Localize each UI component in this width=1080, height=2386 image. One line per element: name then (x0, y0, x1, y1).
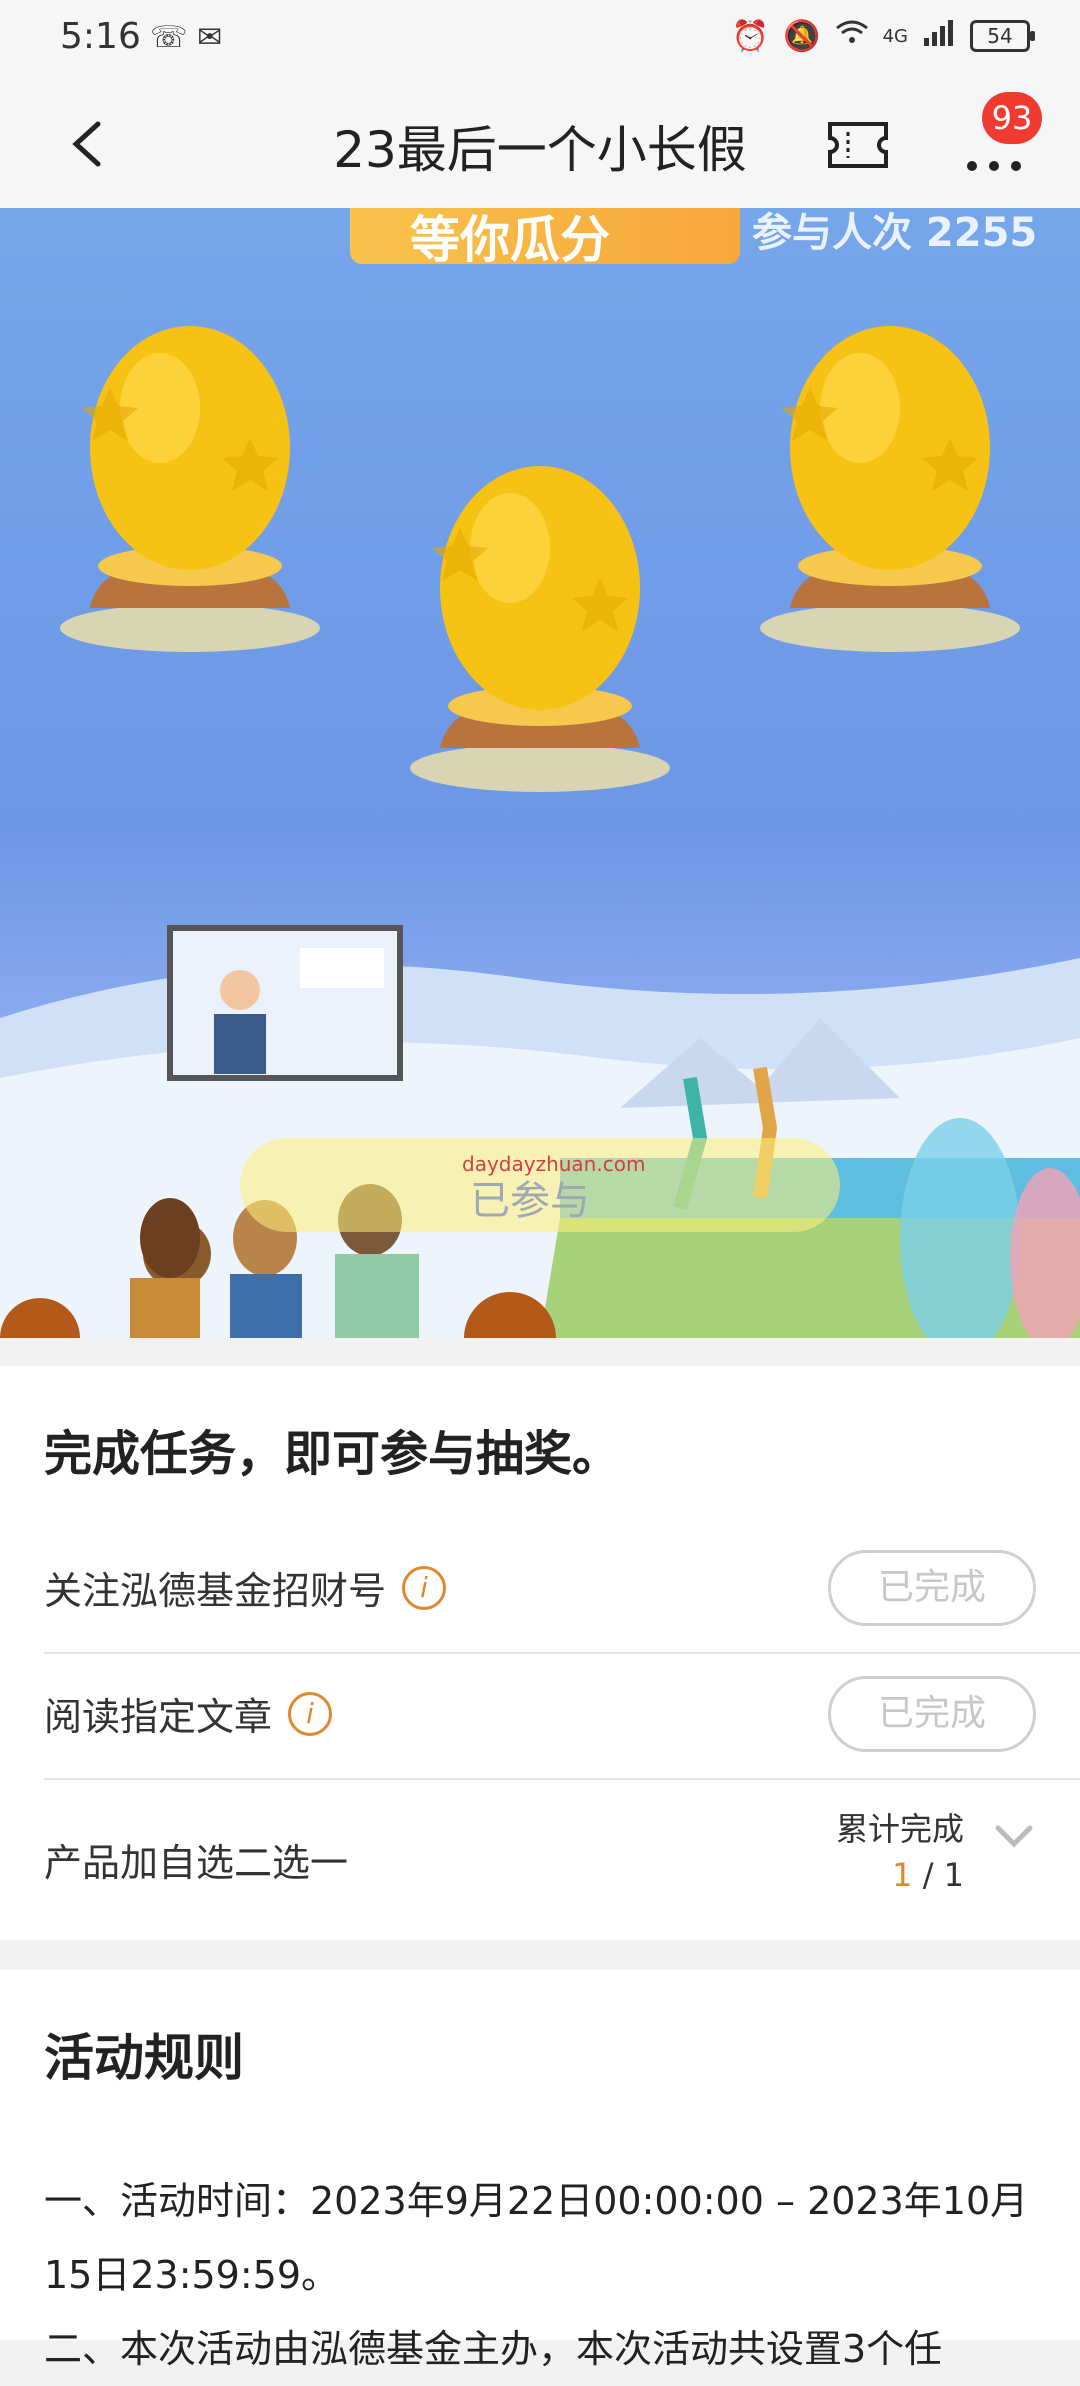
mute-icon: 🔕 (783, 18, 821, 54)
participant-count: 参与人次 2255 (752, 210, 1038, 256)
task-card-title: 完成任务，即可参与抽奖。 (44, 1426, 621, 1482)
notification-icons: ☏ ✉ (150, 20, 222, 55)
task-card: 完成任务，即可参与抽奖。 关注泓德基金招财号 i 已完成 阅读指定文章 i 已完… (0, 1366, 1080, 1940)
wifi-icon (835, 18, 869, 54)
accumulated-done: 1 (892, 1856, 913, 1894)
golden-egg-center[interactable] (390, 448, 690, 808)
task-label: 关注泓德基金招财号 (44, 1569, 387, 1613)
activity-banner: 等你瓜分 参与人次 2255 已参与 daydayzhuan.com (0, 208, 1080, 1338)
accumulated-label: 累计完成 (835, 1810, 964, 1848)
rules-line-1: 一、活动时间：2023年9月22日00:00:00 – 2023年10月15日2… (44, 2179, 1029, 2297)
missed-call-icon: ☏ (150, 20, 188, 55)
banner-strip-text: 等你瓜分 (410, 211, 610, 269)
task-row: 关注泓德基金招财号 i 已完成 (44, 1526, 1080, 1654)
info-icon[interactable]: i (288, 1691, 333, 1736)
wechat-icon: ✉ (197, 20, 223, 55)
task-label-wrap: 关注泓德基金招财号 i (44, 1560, 447, 1615)
signal-icon (922, 18, 956, 54)
accumulated-count: 1 / 1 (836, 1852, 964, 1898)
system-icons: ⏰ 🔕 4G 54 (731, 18, 1035, 54)
golden-egg-left[interactable] (40, 308, 340, 668)
task-status-button[interactable]: 已完成 (828, 1676, 1036, 1752)
status-time: 5:16 (60, 16, 141, 57)
golden-egg-icon (410, 466, 670, 792)
info-icon[interactable]: i (402, 1565, 447, 1610)
chevron-down-icon (995, 1825, 1033, 1848)
task-label: 阅读指定文章 (44, 1695, 273, 1739)
task-label-wrap: 阅读指定文章 i (44, 1686, 333, 1741)
rules-title: 活动规则 (44, 2029, 244, 2087)
app-bar: 23最后一个小长假 93 (0, 80, 1080, 208)
alarm-icon: ⏰ (731, 18, 770, 54)
expand-button[interactable] (992, 1814, 1036, 1858)
participated-label: 已参与 (470, 1178, 590, 1224)
rules-text: 一、活动时间：2023年9月22日00:00:00 – 2023年10月15日2… (44, 2164, 1044, 2386)
page-title: 23最后一个小长假 (333, 121, 747, 179)
status-bar: 5:16 ☏ ✉ ⏰ 🔕 4G 54 (0, 0, 1080, 80)
battery-icon: 54 (970, 20, 1035, 52)
golden-egg-icon (760, 326, 1020, 652)
task-row[interactable]: 产品加自选二选一 累计完成 1 / 1 (44, 1778, 1080, 1928)
network-label: 4G (882, 25, 908, 47)
battery-level: 54 (987, 24, 1013, 48)
task-status-button[interactable]: 已完成 (828, 1550, 1036, 1626)
accumulated-total: / 1 (912, 1856, 964, 1894)
golden-egg-icon (60, 326, 320, 652)
task-row: 阅读指定文章 i 已完成 (44, 1652, 1080, 1780)
golden-egg-right[interactable] (740, 308, 1040, 668)
landscape-illustration (0, 925, 1080, 1338)
watermark: daydayzhuan.com (462, 1152, 646, 1176)
rules-section: 活动规则 一、活动时间：2023年9月22日00:00:00 – 2023年10… (0, 1970, 1080, 2371)
task-label-wrap: 产品加自选二选一 (44, 1832, 348, 1887)
accumulated-progress: 累计完成 1 / 1 (836, 1806, 964, 1898)
ticket-icon (828, 122, 888, 168)
task-label: 产品加自选二选一 (44, 1841, 349, 1885)
ticket-button[interactable] (826, 118, 890, 172)
notification-badge: 93 (982, 92, 1042, 144)
rules-line-2: 二、本次活动由泓德基金主办，本次活动共设置3个任 (44, 2327, 943, 2371)
